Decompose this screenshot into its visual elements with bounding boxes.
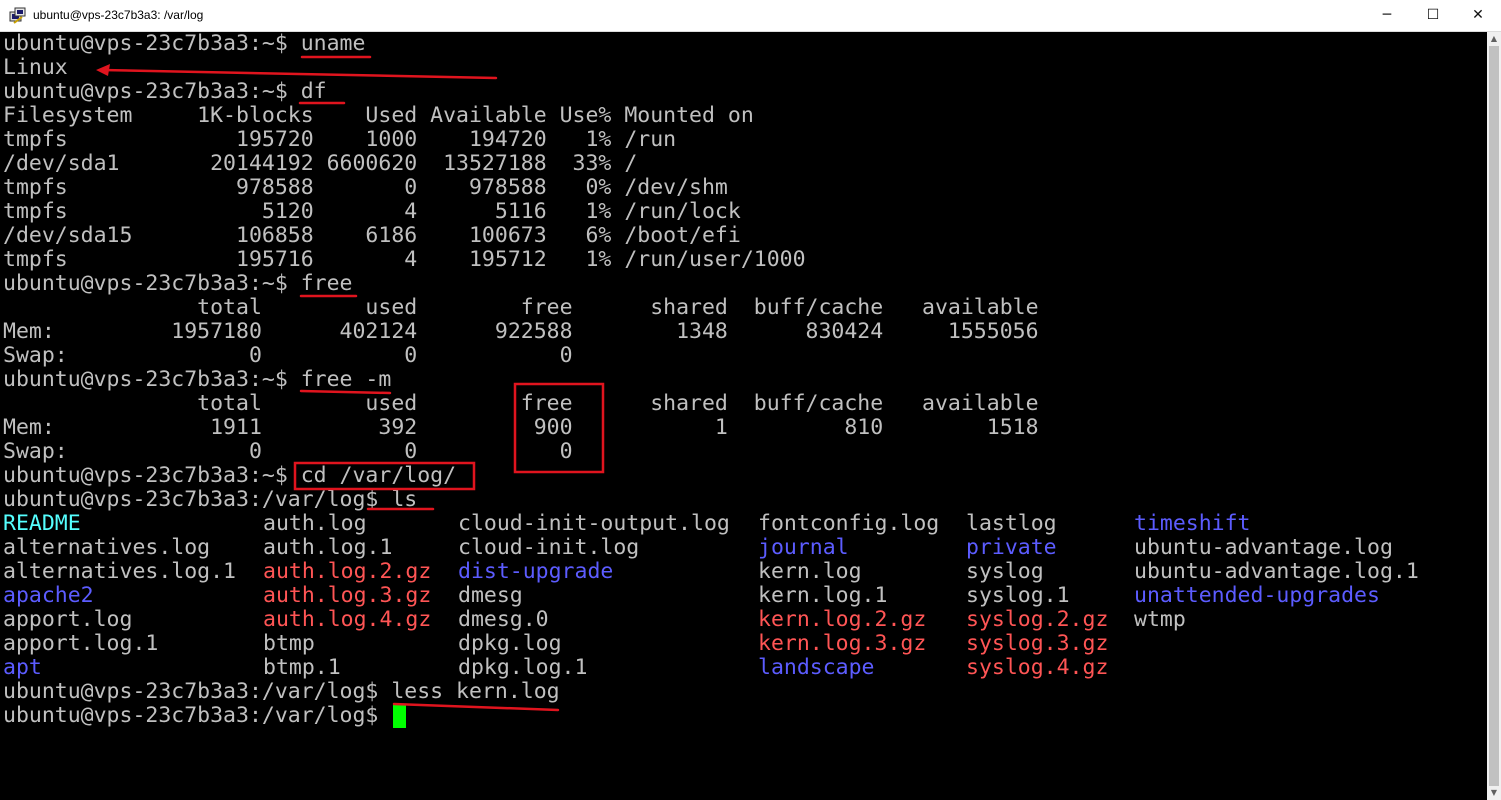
terminal-line: Filesystem 1K-blocks Used Available Use%…	[3, 103, 754, 128]
terminal-line: tmpfs 5120 4 5116 1% /run/lock	[3, 199, 741, 224]
ls-entry: timeshift	[1134, 511, 1251, 536]
terminal-line: Mem: 1957180 402124 922588 1348 830424 1…	[3, 319, 1039, 344]
terminal-line: /dev/sda1 20144192 6600620 13527188 33% …	[3, 151, 638, 176]
terminal-line: ubuntu@vps-23c7b3a3:~$ df	[3, 79, 327, 104]
terminal-line: tmpfs 195716 4 195712 1% /run/user/1000	[3, 247, 806, 272]
putty-icon	[9, 7, 26, 24]
window-title: ubuntu@vps-23c7b3a3: /var/log	[33, 8, 204, 22]
ls-entry: kern.log.3.gz	[758, 631, 927, 656]
ls-entry: journal	[758, 535, 849, 560]
terminal-line: ubuntu@vps-23c7b3a3:~$ free -m	[3, 367, 392, 392]
terminal-prompt: ubuntu@vps-23c7b3a3:/var/log$	[3, 703, 392, 728]
ls-entry: private	[966, 535, 1057, 560]
ls-entry: unattended-upgrades	[1134, 583, 1380, 608]
ls-entry: auth.log.4.gz	[263, 607, 432, 632]
terminal-line: total used free shared buff/cache availa…	[3, 391, 1039, 416]
terminal-line: ubuntu@vps-23c7b3a3:/var/log$ ls	[3, 487, 418, 512]
ls-entry: cloud-init.log	[458, 535, 640, 560]
ls-entry: alternatives.log.1	[3, 559, 236, 584]
terminal-line: tmpfs 195720 1000 194720 1% /run	[3, 127, 677, 152]
minimize-button[interactable]: ─	[1364, 0, 1410, 31]
terminal-line: ubuntu@vps-23c7b3a3:~$ cd /var/log/	[3, 463, 457, 488]
scroll-down-icon[interactable]: ▼	[1487, 786, 1501, 800]
terminal-line: ubuntu@vps-23c7b3a3:/var/log$ less kern.…	[3, 679, 560, 704]
terminal-cursor	[393, 705, 406, 728]
ls-entry: ubuntu-advantage.log.1	[1134, 559, 1419, 584]
close-button[interactable]: ✕	[1455, 0, 1501, 31]
ls-entry: wtmp	[1134, 607, 1186, 632]
terminal-line: Linux	[3, 55, 68, 80]
ls-entry: dist-upgrade	[458, 559, 614, 584]
maximize-button[interactable]: ☐	[1410, 0, 1456, 31]
ls-entry: lastlog	[966, 511, 1057, 536]
title-bar[interactable]: ubuntu@vps-23c7b3a3: /var/log ─ ☐ ✕	[0, 0, 1501, 32]
ls-entry: syslog.1	[966, 583, 1070, 608]
ls-entry: apt	[3, 655, 42, 680]
terminal-line: ubuntu@vps-23c7b3a3:~$ uname	[3, 31, 366, 56]
ls-entry: syslog.3.gz	[966, 631, 1109, 656]
scroll-up-icon[interactable]: ▲	[1487, 32, 1501, 46]
terminal-window: ubuntu@vps-23c7b3a3: /var/log ─ ☐ ✕ ubun…	[0, 0, 1501, 800]
ls-entry: dpkg.log.1	[458, 655, 588, 680]
ls-entry: kern.log.2.gz	[758, 607, 927, 632]
terminal-line: ubuntu@vps-23c7b3a3:~$ free	[3, 271, 353, 296]
ls-entry: fontconfig.log	[758, 511, 940, 536]
ls-entry: apport.log.1	[3, 631, 159, 656]
ls-entry: auth.log.1	[263, 535, 393, 560]
ls-entry: syslog.4.gz	[966, 655, 1109, 680]
ls-entry: cloud-init-output.log	[458, 511, 730, 536]
scrollbar-thumb[interactable]	[1489, 46, 1499, 786]
ls-entry: dmesg.0	[458, 607, 549, 632]
ls-entry: dmesg	[458, 583, 523, 608]
ls-entry: btmp.1	[263, 655, 341, 680]
ls-entry: btmp	[263, 631, 315, 656]
terminal-screen[interactable]: ubuntu@vps-23c7b3a3:~$ uname Linux ubunt…	[0, 32, 1487, 800]
ls-entry: apache2	[3, 583, 94, 608]
terminal-line: total used free shared buff/cache availa…	[3, 295, 1039, 320]
ls-entry: auth.log	[263, 511, 367, 536]
ls-entry: syslog.2.gz	[966, 607, 1109, 632]
vertical-scrollbar[interactable]: ▲ ▼	[1487, 32, 1501, 800]
terminal-line: Swap: 0 0 0	[3, 343, 573, 368]
ls-entry: kern.log.1	[758, 583, 888, 608]
terminal-line: Mem: 1911 392 900 1 810 1518	[3, 415, 1039, 440]
terminal-line: tmpfs 978588 0 978588 0% /dev/shm	[3, 175, 728, 200]
ls-entry: README	[3, 511, 81, 536]
ls-entry: dpkg.log	[458, 631, 562, 656]
ls-entry: auth.log.2.gz	[263, 559, 432, 584]
ls-entry: syslog	[966, 559, 1044, 584]
ls-entry: landscape	[758, 655, 875, 680]
ls-entry: alternatives.log	[3, 535, 211, 560]
terminal-line: /dev/sda15 106858 6186 100673 6% /boot/e…	[3, 223, 741, 248]
ls-entry: apport.log	[3, 607, 133, 632]
ls-entry: kern.log	[758, 559, 862, 584]
ls-entry: ubuntu-advantage.log	[1134, 535, 1393, 560]
ls-entry: auth.log.3.gz	[263, 583, 432, 608]
terminal-line: Swap: 0 0 0	[3, 439, 573, 464]
